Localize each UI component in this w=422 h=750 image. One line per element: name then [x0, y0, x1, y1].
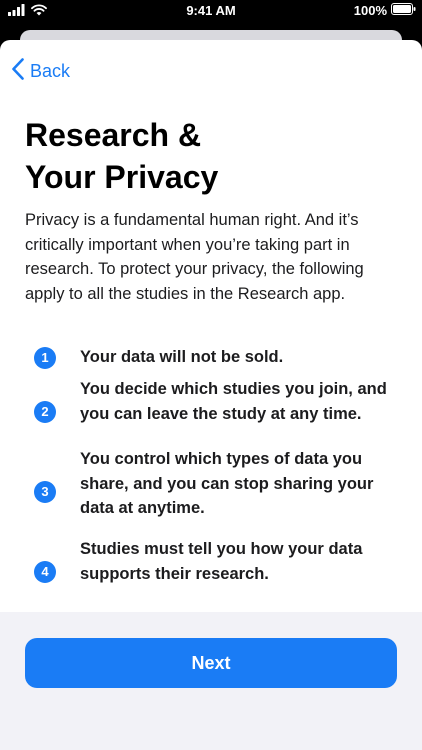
battery-percent: 100%: [353, 3, 387, 18]
intro-text: Privacy is a fundamental human right. An…: [25, 211, 364, 303]
principle-number-badge: 1: [34, 347, 56, 369]
back-button[interactable]: Back: [12, 58, 70, 85]
page-title-line-2: Your Privacy: [25, 159, 219, 195]
principle-number-badge: 4: [34, 561, 56, 583]
back-label: Back: [30, 61, 71, 81]
principle-text: You decide which studies you join, and y…: [80, 380, 387, 423]
principle-text: Your data will not be sold.: [80, 348, 284, 366]
next-button[interactable]: Next: [25, 638, 397, 688]
page-title-line-1: Research &: [25, 117, 202, 153]
principle-text: Studies must tell you how your data supp…: [80, 540, 363, 583]
status-bar: 9:41 AM 100%: [0, 0, 422, 22]
principle-text: You control which types of data you shar…: [80, 450, 374, 517]
principle-number-badge: 3: [34, 481, 56, 503]
footer: Next: [0, 612, 422, 750]
screen: 9:41 AM 100% Back Research & Your Privacy: [0, 0, 422, 750]
privacy-sheet: Back Research & Your Privacy Privacy is a…: [0, 40, 422, 750]
principle-number-badge: 2: [34, 401, 56, 423]
status-right: 100%: [354, 3, 416, 18]
battery-icon: [391, 3, 416, 18]
chevron-left-icon: [12, 58, 24, 85]
page-title: Research & Your Privacy: [25, 114, 405, 198]
